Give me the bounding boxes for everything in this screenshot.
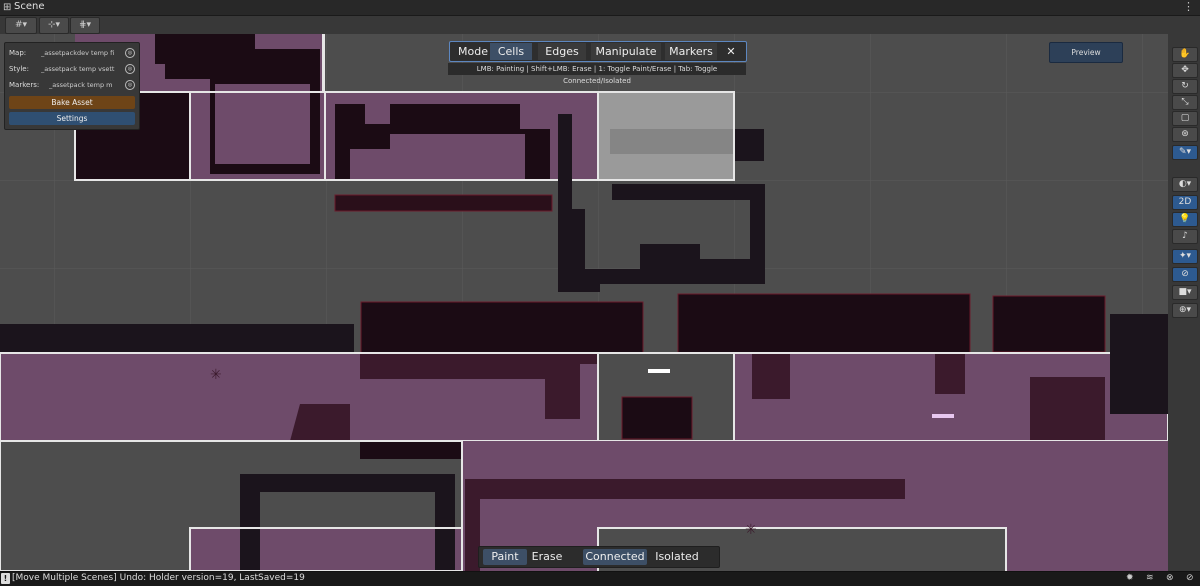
rect-icon[interactable]: ▢ [1172, 111, 1198, 126]
gizmo-icon[interactable]: ⊕▾ [1172, 303, 1198, 318]
grid-icon: ⊞ [3, 2, 12, 13]
light-icon[interactable]: 💡 [1172, 212, 1198, 227]
object-picker-icon[interactable]: ◎ [125, 64, 135, 74]
map-field[interactable]: _assetpackdev temp fi [41, 49, 131, 57]
mode-label: Mode [458, 45, 488, 58]
markers-row: Markers: _assetpack temp m ◎ [9, 79, 137, 91]
visibility-icon[interactable]: ⊘ [1172, 267, 1198, 282]
style-field[interactable]: _assetpack temp vsett [41, 65, 131, 73]
camera-icon[interactable]: ■▾ [1172, 285, 1198, 300]
rotate-icon[interactable]: ↻ [1172, 79, 1198, 94]
brush-icon[interactable]: ✎▾ [1172, 145, 1198, 160]
tilemap-canvas[interactable]: ✳ ✳ [0, 34, 1168, 571]
2d-toggle-button[interactable]: 2D [1172, 195, 1198, 210]
status-bar: ! [Move Multiple Scenes] Undo: Holder ve… [0, 571, 1200, 586]
shading-icon[interactable]: ◐▾ [1172, 177, 1198, 192]
more-vertical-icon[interactable]: ⋮ [1183, 0, 1194, 13]
tab-edges[interactable]: Edges [538, 43, 586, 60]
map-label: Map: [9, 49, 27, 57]
markers-field[interactable]: _assetpack temp m [49, 81, 131, 89]
scale-icon[interactable]: ⤡ [1172, 95, 1198, 110]
scene-viewport[interactable]: ✳ ✳ [0, 34, 1168, 571]
scene-title-bar: ⊞ Scene ⋮ [0, 0, 1200, 16]
bake-asset-button[interactable]: Bake Asset [9, 96, 135, 109]
status-message[interactable]: [Move Multiple Scenes] Undo: Holder vers… [12, 573, 305, 583]
tab-cells[interactable]: Cells [490, 43, 532, 60]
transform-icon[interactable]: ⊛ [1172, 127, 1198, 142]
tab-markers[interactable]: Markers [665, 43, 717, 60]
scene-toolbar: #▾ ⊹▾ ⋕▾ [0, 16, 1200, 35]
scene-tools-column: ✋ ✥ ↻ ⤡ ▢ ⊛ ✎▾ ◐▾ 2D 💡 ♪ ✦▾ ⊘ ■▾ ⊕▾ [1168, 34, 1200, 571]
critter-marker-icon: ✳ [745, 522, 757, 538]
isolated-button[interactable]: Isolated [649, 549, 705, 565]
style-label: Style: [9, 65, 29, 73]
paint-button[interactable]: Paint [483, 549, 527, 565]
gizmo-grid-icon[interactable]: #▾ [5, 17, 37, 34]
scene-tab-title[interactable]: Scene [14, 1, 45, 12]
network-icon[interactable]: ⊗ [1166, 573, 1174, 583]
tilemap-properties-panel: Map: _assetpackdev temp fi ◎ Style: _ass… [4, 42, 140, 130]
audio-icon[interactable]: ♪ [1172, 229, 1198, 244]
region-center-pit [597, 352, 735, 442]
move-icon[interactable]: ✥ [1172, 63, 1198, 78]
preview-button[interactable]: Preview [1049, 42, 1123, 63]
erase-button[interactable]: Erase [527, 549, 567, 565]
connected-button[interactable]: Connected [583, 549, 647, 565]
eye-off-icon[interactable]: ⊘ [1186, 573, 1194, 583]
close-icon[interactable]: ✕ [721, 43, 741, 60]
info-icon[interactable]: ! [1, 573, 10, 584]
mode-toolbar: Mode Cells Edges Manipulate Markers ✕ [449, 41, 747, 62]
region-mid-left: ✳ [0, 352, 599, 442]
bug-icon[interactable]: ✹ [1126, 573, 1134, 583]
settings-button[interactable]: Settings [9, 112, 135, 125]
snap-grid-icon[interactable]: ⊹▾ [39, 17, 69, 34]
critter-marker-icon: ✳ [210, 367, 222, 383]
paint-mode-bar: Paint Erase Connected Isolated [478, 546, 720, 568]
effects-icon[interactable]: ✦▾ [1172, 249, 1198, 264]
hand-icon[interactable]: ✋ [1172, 47, 1198, 62]
shortcut-hint: LMB: Painting | Shift+LMB: Erase | 1: To… [448, 63, 746, 85]
layers-icon[interactable]: ≋ [1146, 573, 1154, 583]
increment-snap-icon[interactable]: ⋕▾ [70, 17, 100, 34]
style-row: Style: _assetpack temp vsett ◎ [9, 63, 137, 75]
map-row: Map: _assetpackdev temp fi ◎ [9, 47, 137, 59]
object-picker-icon[interactable]: ◎ [125, 80, 135, 90]
tab-manipulate[interactable]: Manipulate [591, 43, 661, 60]
object-picker-icon[interactable]: ◎ [125, 48, 135, 58]
markers-label: Markers: [9, 81, 40, 89]
